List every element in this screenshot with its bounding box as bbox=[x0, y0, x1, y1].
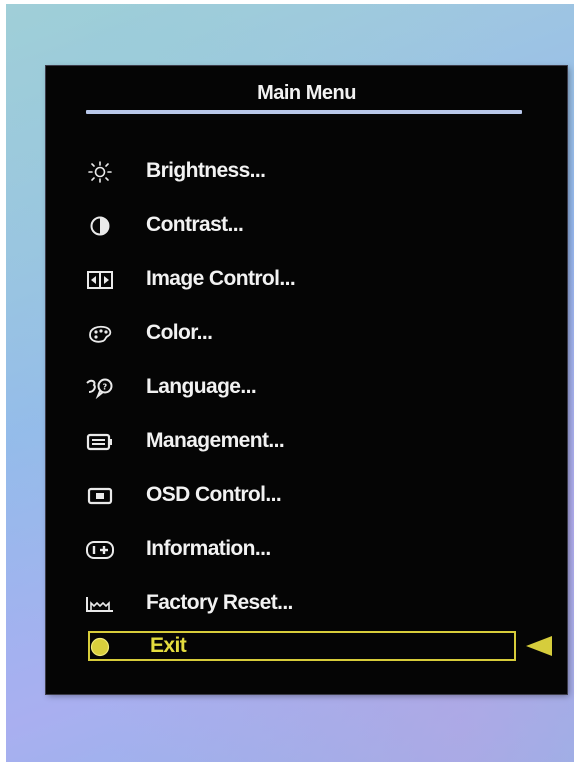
osd-main-menu: Main Menu Brightness... Contrast... Imag… bbox=[46, 66, 567, 694]
menu-item-label: Color... bbox=[146, 321, 213, 344]
menu-item-label: Management... bbox=[146, 429, 285, 452]
menu-item-label: Language... bbox=[146, 375, 257, 398]
menu-item-label: Image Control... bbox=[146, 267, 296, 290]
color-palette-icon bbox=[84, 322, 116, 346]
menu-item-management[interactable]: Management... bbox=[46, 422, 567, 462]
contrast-icon bbox=[84, 214, 116, 238]
menu-item-color[interactable]: Color... bbox=[46, 314, 567, 354]
menu-item-language[interactable]: ? Language... bbox=[46, 368, 567, 408]
menu-item-label: Contrast... bbox=[146, 213, 244, 236]
title-divider bbox=[86, 110, 522, 114]
menu-item-osd-control[interactable]: OSD Control... bbox=[46, 476, 567, 516]
menu-item-label: OSD Control... bbox=[146, 483, 282, 506]
menu-item-label: Factory Reset... bbox=[146, 591, 293, 614]
language-icon: ? bbox=[84, 376, 116, 400]
information-icon bbox=[84, 538, 116, 562]
menu-item-brightness[interactable]: Brightness... bbox=[46, 152, 567, 192]
image-control-icon bbox=[84, 268, 116, 292]
menu-item-contrast[interactable]: Contrast... bbox=[46, 206, 567, 246]
monitor-bezel: Main Menu Brightness... Contrast... Imag… bbox=[6, 4, 574, 762]
brightness-icon bbox=[84, 160, 116, 184]
factory-reset-icon bbox=[84, 592, 116, 616]
menu-item-exit[interactable]: Exit bbox=[46, 627, 567, 667]
menu-item-label: Information... bbox=[146, 537, 271, 560]
menu-item-image-control[interactable]: Image Control... bbox=[46, 260, 567, 300]
management-icon bbox=[84, 430, 116, 454]
osd-control-icon bbox=[84, 484, 116, 508]
exit-icon bbox=[84, 635, 116, 659]
selection-arrow-icon bbox=[526, 636, 552, 656]
menu-title: Main Menu bbox=[257, 82, 356, 104]
menu-item-label: Exit bbox=[150, 634, 187, 657]
menu-item-factory-reset[interactable]: Factory Reset... bbox=[46, 584, 567, 624]
menu-item-label: Brightness... bbox=[146, 159, 266, 182]
svg-text:?: ? bbox=[103, 383, 108, 392]
menu-item-information[interactable]: Information... bbox=[46, 530, 567, 570]
